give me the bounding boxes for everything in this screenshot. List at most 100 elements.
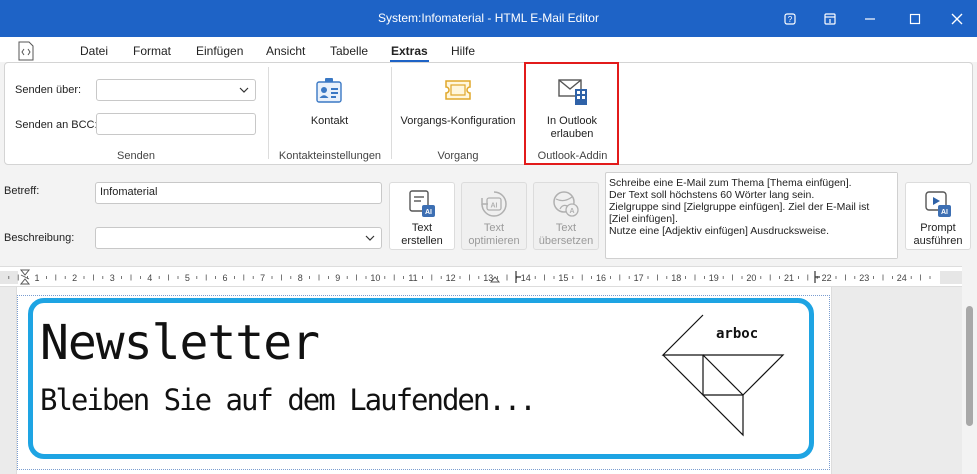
logo-text: arboc [716, 326, 759, 342]
ruler-number: 21 [784, 273, 794, 283]
ruler-scale: 1 2 3 4 5 6 7 8 9 10 11 12 13 14 15 16 17 18 19 20 21 22 23 24 [0, 269, 962, 285]
prompt-line: Nutze eine [Adjektiv einfügen] Ausdrucks… [609, 225, 830, 237]
translate-globe-icon: A [553, 191, 579, 217]
ruler-number: 16 [596, 273, 606, 283]
newsletter-headline[interactable]: Newsletter [40, 315, 320, 371]
ruler-number: 8 [298, 273, 303, 283]
ai-text-optimize-icon: AI [481, 191, 507, 217]
window-layout-icon [824, 12, 836, 25]
ruler-number: 4 [147, 273, 152, 283]
group-label-senden: Senden [117, 150, 155, 162]
horizontal-ruler[interactable]: 1 2 3 4 5 6 7 8 9 10 11 12 13 14 15 16 17 18 19 20 21 22 23 24 [0, 266, 962, 287]
ruler-number: 2 [72, 273, 77, 283]
beschreibung-label: Beschreibung: [4, 232, 75, 244]
chevron-down-icon [365, 235, 375, 241]
svg-text:AI: AI [491, 203, 498, 210]
kontakt-button-label: Kontakt [310, 115, 349, 127]
ruler-number: 5 [185, 273, 190, 283]
right-indent-icon [814, 271, 820, 283]
text-uebersetzen-label-line2: übersetzen [538, 235, 594, 247]
ai-play-icon: AI [925, 191, 951, 217]
help-icon: ? [784, 12, 796, 25]
contact-card-icon [316, 78, 342, 103]
ruler-number: 10 [370, 273, 380, 283]
menu-ansicht[interactable]: Ansicht [266, 44, 305, 58]
ruler-number: 15 [558, 273, 568, 283]
close-button[interactable] [937, 0, 977, 37]
menu-format[interactable]: Format [133, 44, 171, 58]
code-document-icon [18, 41, 34, 61]
ruler-number: 11 [408, 273, 417, 283]
text-uebersetzen-button[interactable]: A Text übersetzen [533, 182, 599, 250]
text-erstellen-label-line1: Text [411, 222, 433, 234]
prompt-line: Der Text soll höchstens 60 Wörter lang s… [609, 189, 815, 201]
prompt-textarea[interactable]: Schreibe eine E-Mail zum Thema [Thema ei… [605, 172, 898, 259]
ruler-number: 19 [709, 273, 719, 283]
ruler-number: 23 [859, 273, 869, 283]
ruler-number: 24 [897, 273, 907, 283]
prompt-ausfuehren-label-line1: Prompt [920, 222, 956, 234]
senden-ueber-combo[interactable] [96, 79, 256, 101]
maximize-button[interactable] [895, 0, 935, 37]
minimize-icon [865, 17, 875, 20]
close-icon [951, 13, 963, 24]
ruler-number: 17 [634, 273, 644, 283]
ruler-number: 7 [260, 273, 265, 283]
prompt-ausfuehren-button[interactable]: AI Prompt ausführen [905, 182, 971, 250]
newsletter-subheadline[interactable]: Bleiben Sie auf dem Laufenden... [40, 383, 537, 417]
text-optimieren-button[interactable]: AI Text optimieren [461, 182, 527, 250]
menu-datei[interactable]: Datei [80, 44, 108, 58]
editor-scrollbar[interactable] [962, 266, 977, 474]
minimize-button[interactable] [850, 0, 890, 37]
menu-einfuegen[interactable]: Einfügen [196, 44, 243, 58]
vorgangs-konfiguration-button[interactable]: Vorgangs-Konfiguration [393, 67, 523, 147]
chevron-down-icon [239, 87, 249, 93]
group-label-vorgang: Vorgang [437, 150, 479, 162]
prompt-line: Schreibe eine E-Mail zum Thema [Thema ei… [609, 177, 852, 189]
ruler-number: 9 [335, 273, 340, 283]
text-erstellen-label-line2: erstellen [401, 235, 443, 247]
group-label-kontakteinstellungen: Kontakteinstellungen [278, 150, 382, 162]
senden-bcc-label: Senden an BCC: [15, 119, 98, 131]
text-optimieren-label-line2: optimieren [468, 235, 520, 247]
maximize-icon [909, 13, 921, 24]
prompt-scrollbar[interactable] [880, 173, 897, 258]
text-uebersetzen-label-line1: Text [555, 222, 577, 234]
kontakt-button[interactable]: Kontakt [269, 67, 390, 147]
ai-text-create-icon: AI [409, 190, 435, 217]
text-optimieren-label-line1: Text [483, 222, 505, 234]
scrollbar-thumb[interactable] [966, 306, 973, 426]
menu-tabelle[interactable]: Tabelle [330, 44, 368, 58]
help-button[interactable]: ? [770, 0, 810, 37]
prompt-line: [Ziel einfügen]. [609, 213, 678, 225]
betreff-value: Infomaterial [100, 186, 158, 198]
menu-bar: Datei Format Einfügen Ansicht Tabelle Ex… [0, 37, 977, 62]
senden-bcc-input[interactable] [96, 113, 256, 135]
svg-text:A: A [569, 208, 574, 215]
ticket-icon [445, 80, 471, 100]
ruler-number: 1 [34, 273, 39, 283]
ruler-number: 3 [110, 273, 115, 283]
app-icon[interactable] [17, 41, 35, 64]
beschreibung-combo[interactable] [95, 227, 382, 249]
ruler-number: 12 [446, 273, 456, 283]
restore-layout-button[interactable] [810, 0, 850, 37]
menu-extras[interactable]: Extras [390, 44, 429, 62]
text-erstellen-button[interactable]: AI Text erstellen [389, 182, 455, 250]
outlook-addin-highlight [524, 62, 619, 165]
senden-ueber-label: Senden über: [15, 84, 82, 96]
ruler-number: 22 [822, 273, 832, 283]
betreff-input[interactable]: Infomaterial [95, 182, 382, 204]
betreff-label: Betreff: [4, 185, 40, 197]
ruler-number: 20 [746, 273, 756, 283]
menu-hilfe[interactable]: Hilfe [451, 44, 475, 58]
svg-text:AI: AI [941, 209, 948, 216]
svg-text:AI: AI [425, 209, 432, 216]
title-bar: System:Infomaterial - HTML E-Mail Editor… [0, 0, 977, 37]
ribbon: Senden über: Senden an BCC: Senden Konta… [4, 62, 973, 165]
ruler-number: 6 [222, 273, 227, 283]
prompt-line: Zielgruppe sind [Zielgruppe einfügen]. Z… [609, 201, 870, 213]
svg-text:?: ? [788, 15, 793, 24]
group-separator [391, 67, 392, 159]
vorgangs-konfiguration-label: Vorgangs-Konfiguration [400, 115, 516, 127]
